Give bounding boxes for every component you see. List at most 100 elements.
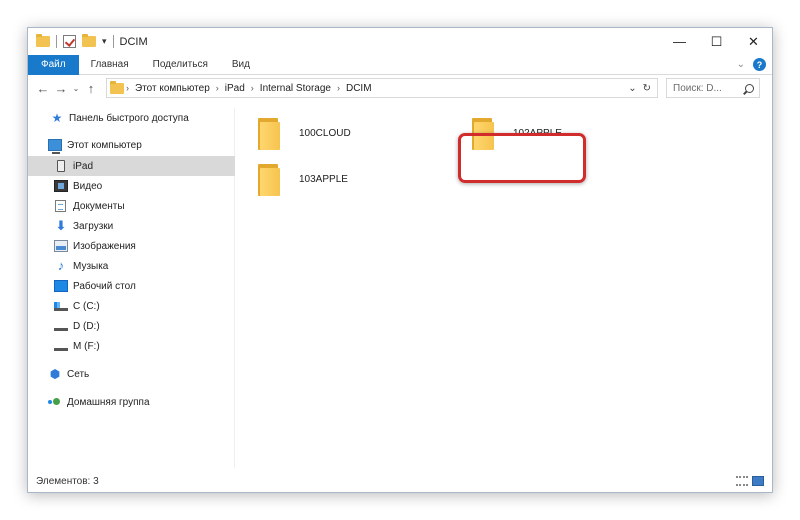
desktop-icon [54, 280, 68, 292]
computer-icon [48, 139, 62, 154]
homegroup-icon [48, 396, 62, 408]
maximize-button[interactable]: ☐ [698, 28, 735, 55]
sidebar-item-pictures[interactable]: Изображения [28, 236, 235, 256]
sidebar-item-desktop[interactable]: Рабочий стол [28, 276, 235, 296]
search-icon [745, 83, 754, 93]
folder-icon [36, 34, 50, 47]
properties-icon[interactable] [63, 35, 76, 48]
back-button[interactable]: ← [34, 78, 52, 98]
network-icon: ⬢ [49, 367, 61, 381]
sidebar-item-label: Домашняя группа [67, 396, 150, 408]
customize-toolbar-button[interactable]: ▾ [102, 36, 107, 47]
breadcrumb-internal-storage[interactable]: Internal Storage [256, 83, 335, 94]
sidebar-item-label: Музыка [73, 260, 109, 272]
drive-icon [54, 341, 68, 351]
drive-c-icon [54, 301, 68, 311]
title-bar: ▾ DCIM — ☐ ✕ [28, 28, 772, 55]
sidebar-item-label: Этот компьютер [67, 139, 142, 151]
sidebar-item-drive-m[interactable]: M (F:) [28, 336, 235, 356]
folder-icon [472, 116, 494, 150]
sidebar-item-label: Изображения [73, 240, 136, 252]
breadcrumb-separator[interactable]: › [214, 83, 221, 93]
breadcrumb-separator[interactable]: › [249, 83, 256, 93]
sidebar-item-downloads[interactable]: ⬇ Загрузки [28, 216, 235, 236]
quick-access-toolbar: ▾ [28, 28, 114, 55]
music-icon: ♪ [57, 258, 65, 273]
tab-home[interactable]: Главная [79, 55, 141, 75]
new-folder-icon[interactable] [82, 34, 96, 47]
close-button[interactable]: ✕ [735, 28, 772, 55]
tab-view[interactable]: Вид [220, 55, 262, 75]
folder-icon [110, 80, 124, 94]
search-input[interactable]: Поиск: D... [666, 78, 760, 98]
file-list: 100CLOUD 102APPLE 103APPLE [236, 108, 772, 468]
sidebar-item-quick-access[interactable]: ★ Панель быстрого доступа [28, 108, 235, 128]
item-count: Элементов: 3 [36, 475, 99, 487]
folder-icon [258, 116, 280, 150]
window-title: DCIM [119, 35, 148, 48]
recent-locations-button[interactable]: ⌄ [70, 78, 82, 98]
folder-tile-102apple[interactable]: 102APPLE [450, 112, 630, 154]
minimize-button[interactable]: — [661, 28, 698, 55]
folder-name: 100CLOUD [299, 127, 351, 139]
tab-file[interactable]: Файл [28, 54, 79, 75]
address-bar-actions: ⌄ ↻ [628, 83, 657, 94]
sidebar-item-video[interactable]: Видео [28, 176, 235, 196]
sidebar-item-ipad[interactable]: iPad [28, 156, 235, 176]
sidebar-item-label: Рабочий стол [73, 280, 136, 292]
breadcrumb-ipad[interactable]: iPad [221, 83, 249, 94]
breadcrumb-dcim[interactable]: DCIM [342, 83, 376, 94]
sidebar-item-label: iPad [73, 160, 94, 172]
address-bar[interactable]: › Этот компьютер › iPad › Internal Stora… [106, 78, 658, 98]
sidebar-item-label: M (F:) [73, 340, 100, 352]
folder-icon [258, 162, 280, 196]
large-icons-view-icon[interactable] [752, 476, 764, 486]
sidebar-item-this-pc[interactable]: Этот компьютер [28, 135, 235, 155]
star-icon: ★ [51, 111, 63, 125]
expand-ribbon-button[interactable]: ⌄ [737, 59, 745, 70]
ribbon-tabs: Файл Главная Поделиться Вид ⌄ ? [28, 54, 772, 75]
explorer-window: ▾ DCIM — ☐ ✕ Файл Главная Поделиться Вид… [27, 27, 773, 493]
sidebar-item-drive-c[interactable]: C (C:) [28, 296, 235, 316]
forward-button[interactable]: → [52, 78, 70, 98]
address-dropdown-button[interactable]: ⌄ [628, 83, 636, 94]
status-bar: Элементов: 3 [28, 470, 772, 492]
pictures-icon [54, 240, 68, 252]
folder-tile-103apple[interactable]: 103APPLE [236, 158, 416, 200]
sidebar-item-drive-d[interactable]: D (D:) [28, 316, 235, 336]
sidebar-item-label: C (C:) [73, 300, 100, 312]
breadcrumb-separator[interactable]: › [124, 83, 131, 93]
view-switcher [736, 476, 772, 486]
sidebar-item-homegroup[interactable]: Домашняя группа [28, 392, 235, 412]
sidebar-item-music[interactable]: ♪ Музыка [28, 256, 235, 276]
help-icon[interactable]: ? [753, 58, 766, 71]
refresh-button[interactable]: ↻ [643, 83, 651, 94]
ipad-icon [57, 160, 65, 172]
ribbon-right: ⌄ ? [737, 58, 772, 71]
sidebar-item-label: Загрузки [73, 220, 114, 232]
address-row: ← → ⌄ ↑ › Этот компьютер › iPad › Intern… [28, 76, 772, 100]
breadcrumb-this-pc[interactable]: Этот компьютер [131, 83, 214, 94]
sidebar-item-network[interactable]: ⬢ Сеть [28, 364, 235, 384]
sidebar-item-label: Сеть [67, 368, 90, 380]
sidebar-item-documents[interactable]: Документы [28, 196, 235, 216]
tab-share[interactable]: Поделиться [141, 55, 220, 75]
folder-name: 103APPLE [299, 173, 348, 185]
sidebar-item-label: Документы [73, 200, 125, 212]
search-placeholder: Поиск: D... [673, 82, 722, 94]
folder-name: 102APPLE [513, 127, 562, 139]
details-view-icon[interactable] [736, 476, 748, 486]
documents-icon [55, 200, 66, 212]
video-icon [54, 180, 68, 192]
window-controls: — ☐ ✕ [661, 28, 772, 55]
drive-icon [54, 321, 68, 331]
downloads-icon: ⬇ [55, 218, 67, 233]
sidebar-item-label: Панель быстрого доступа [69, 112, 189, 124]
navigation-pane: ★ Панель быстрого доступа Этот компьютер… [28, 108, 235, 468]
sidebar-item-label: D (D:) [73, 320, 100, 332]
separator [112, 35, 114, 48]
folder-tile-100cloud[interactable]: 100CLOUD [236, 112, 416, 154]
up-button[interactable]: ↑ [82, 78, 100, 98]
breadcrumb-separator[interactable]: › [335, 83, 342, 93]
separator [56, 35, 57, 48]
